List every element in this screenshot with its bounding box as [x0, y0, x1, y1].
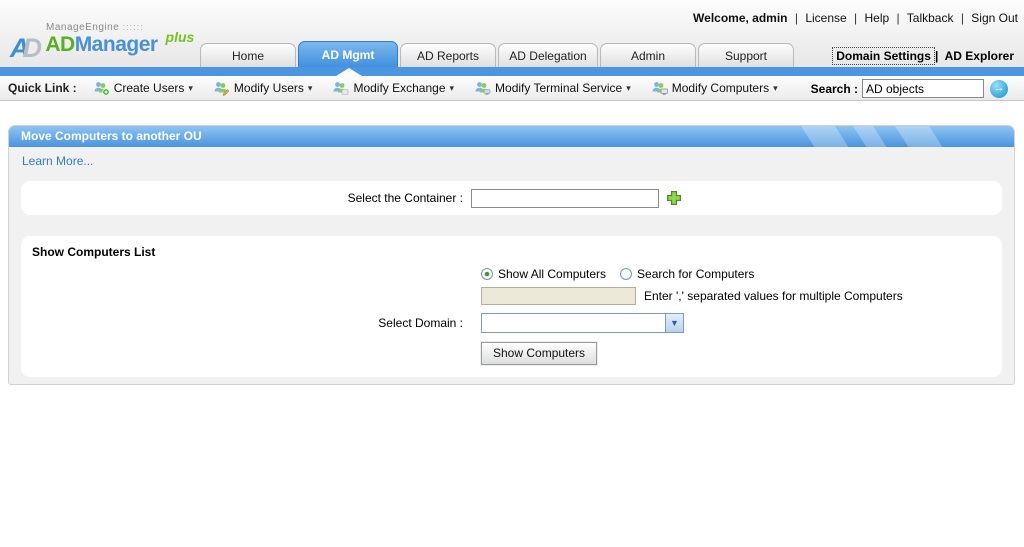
tab-support[interactable]: Support	[698, 43, 794, 68]
chevron-down-icon: ▾	[308, 83, 313, 94]
separator: |	[935, 49, 938, 63]
learn-more-link[interactable]: Learn More...	[22, 154, 93, 168]
create-users-icon	[93, 80, 110, 96]
main-nav-tabs: Home AD Mgmt AD Reports AD Delegation Ad…	[200, 41, 796, 68]
section-title: Show Computers List	[32, 245, 1002, 259]
show-all-computers-label: Show All Computers	[498, 267, 606, 281]
select-container-section: Select the Container :	[21, 181, 1002, 215]
quick-link-label: Quick Link :	[8, 81, 77, 95]
admanager-plus-page: Welcome, admin | License | Help | Talkba…	[0, 0, 1024, 547]
domain-select[interactable]: ▼	[481, 313, 684, 333]
separator: |	[795, 11, 798, 25]
tab-ad-reports[interactable]: AD Reports	[400, 43, 496, 68]
dropdown-arrow-icon[interactable]: ▼	[665, 314, 683, 332]
select-domain-label: Select Domain :	[21, 316, 471, 330]
tab-admin[interactable]: Admin	[600, 43, 696, 68]
license-link[interactable]: License	[805, 11, 846, 25]
quicklink-modify-exchange[interactable]: Modify Exchange ▾	[332, 80, 454, 96]
topbar-links: Welcome, admin | License | Help | Talkba…	[693, 11, 1018, 25]
separator: |	[897, 11, 900, 25]
show-computers-list-section: Show Computers List Show All Computers S…	[21, 236, 1002, 377]
welcome-user-label: Welcome, admin	[693, 11, 787, 25]
select-container-label: Select the Container :	[21, 191, 471, 205]
quicklink-modify-terminal-service[interactable]: Modify Terminal Service ▾	[474, 80, 631, 96]
separator: |	[854, 11, 857, 25]
page-title: Move Computers to another OU	[21, 129, 202, 143]
chevron-down-icon: ▾	[626, 83, 631, 94]
add-plus-icon[interactable]	[666, 190, 682, 206]
move-computers-panel: Move Computers to another OU Learn More.…	[8, 125, 1015, 385]
multiple-computers-hint: Enter ',' separated values for multiple …	[644, 289, 903, 303]
sign-out-link[interactable]: Sign Out	[971, 11, 1018, 25]
computers-names-input	[481, 287, 636, 305]
separator: |	[961, 11, 964, 25]
quicklink-label: Modify Terminal Service	[495, 81, 622, 95]
ad-explorer-button[interactable]: AD Explorer	[945, 49, 1014, 63]
panel-title-bar: Move Computers to another OU	[9, 126, 1014, 147]
modify-terminal-service-icon	[474, 80, 491, 96]
quicklink-label: Modify Users	[234, 81, 304, 95]
computers-filter-row: Show All Computers Search for Computers	[21, 267, 1002, 281]
logo-plus: plus	[166, 29, 195, 45]
search-for-computers-radio[interactable]	[620, 268, 632, 280]
go-arrow-icon[interactable]: →	[990, 80, 1008, 98]
ad-logo-icon: AD	[10, 33, 42, 64]
show-all-computers-radio[interactable]	[481, 268, 493, 280]
talkback-link[interactable]: Talkback	[907, 11, 954, 25]
modify-users-icon	[213, 80, 230, 96]
search-input[interactable]	[862, 79, 984, 98]
tab-ad-mgmt[interactable]: AD Mgmt	[298, 41, 398, 68]
quicklink-label: Modify Exchange	[353, 81, 445, 95]
computers-input-row: Enter ',' separated values for multiple …	[21, 287, 1002, 305]
tab-home[interactable]: Home	[200, 43, 296, 68]
search-label: Search :	[811, 82, 858, 96]
chevron-down-icon: ▾	[773, 83, 778, 94]
header-right-links: Domain Settings| AD Explorer	[832, 49, 1014, 63]
show-computers-row: Show Computers	[21, 342, 1002, 365]
chevron-down-icon: ▾	[450, 83, 455, 94]
quicklink-create-users[interactable]: Create Users ▾	[93, 80, 193, 96]
quicklink-label: Modify Computers	[672, 81, 769, 95]
quicklink-label: Create Users	[114, 81, 185, 95]
container-input[interactable]	[471, 189, 659, 208]
quicklink-modify-users[interactable]: Modify Users ▾	[213, 80, 313, 96]
select-domain-row: Select Domain : ▼	[21, 313, 1002, 333]
help-link[interactable]: Help	[865, 11, 890, 25]
brand-dots: ::::::	[123, 22, 144, 32]
quick-link-bar: Quick Link : Create Users ▾ Modify Users…	[0, 76, 1024, 101]
modify-computers-icon	[651, 80, 668, 96]
domain-settings-button[interactable]: Domain Settings	[832, 47, 935, 65]
logo-wordmark: ADManager	[45, 33, 157, 56]
chevron-down-icon: ▾	[188, 83, 193, 94]
modify-exchange-icon	[332, 80, 349, 96]
quick-search: Search : →	[811, 79, 1008, 98]
active-tab-notch	[336, 68, 362, 76]
admanager-logo: ManageEngine :::::: AD ADManager plus	[10, 22, 193, 64]
search-for-computers-label: Search for Computers	[637, 267, 754, 281]
decorative-stripes	[798, 126, 988, 147]
active-tab-strip	[0, 67, 1024, 76]
show-computers-button[interactable]: Show Computers	[481, 342, 597, 365]
tab-ad-delegation[interactable]: AD Delegation	[498, 43, 598, 68]
quicklink-modify-computers[interactable]: Modify Computers ▾	[651, 80, 778, 96]
brand-text: ManageEngine	[46, 22, 119, 33]
app-header: Welcome, admin | License | Help | Talkba…	[0, 0, 1024, 67]
